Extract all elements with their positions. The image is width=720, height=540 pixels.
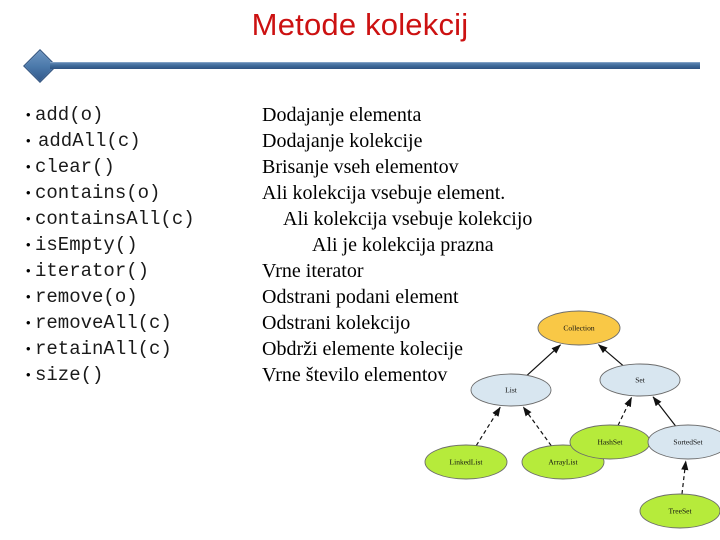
method-signature: remove(o): [35, 286, 138, 308]
method-description: Brisanje vseh elementov: [262, 156, 459, 178]
method-signature: addAll(c): [38, 130, 141, 152]
method-description: Ali kolekcija vsebuje element.: [262, 182, 506, 204]
node-label: LinkedList: [450, 458, 484, 467]
method-signature: retainAll(c): [35, 338, 172, 360]
node-label: TreeSet: [668, 507, 692, 516]
method-row: • contains(o) Ali kolekcija vsebuje elemen…: [26, 180, 686, 206]
method-description: Vrne število elementov: [262, 364, 448, 386]
diagram-node-treeset: TreeSet: [639, 493, 720, 529]
diagram-edge-list-to-collection: [526, 344, 561, 376]
diagram-node-linkedlist: LinkedList: [424, 444, 508, 480]
node-label: Collection: [563, 324, 594, 333]
diagram-node-set: Set: [599, 363, 681, 397]
method-row: • containsAll(c) Ali kolekcija vsebuje kol…: [26, 206, 686, 232]
diagram-edge-hashset-to-set: [617, 396, 633, 426]
method-signature: size(): [35, 364, 104, 386]
method-signature: contains(o): [35, 182, 161, 204]
method-signature: iterator(): [35, 260, 150, 282]
diagram-node-sortedset: SortedSet: [647, 424, 720, 460]
node-label: Set: [635, 376, 646, 385]
title-divider: [22, 49, 700, 83]
diagram-edge-treeset-to-sortedset: [681, 460, 689, 495]
method-signature: add(o): [35, 104, 104, 126]
diagram-edge-linkedlist-to-list: [475, 406, 501, 446]
node-label: ArrayList: [548, 458, 578, 467]
diagram-nodes: Collection List Set LinkedList ArrayList Hash…: [424, 310, 720, 529]
slide-canvas: Metode kolekcij • add(o) Dodajanje element…: [0, 0, 720, 540]
node-label: HashSet: [598, 438, 624, 447]
method-signature: removeAll(c): [35, 312, 172, 334]
node-label: SortedSet: [673, 438, 703, 447]
bullet-icon: •: [26, 133, 31, 148]
diagram-node-list: List: [470, 373, 552, 407]
method-description: Odstrani kolekcijo: [262, 312, 411, 334]
title-block: Metode kolekcij: [0, 8, 720, 42]
diagram-edge-arraylist-to-list: [522, 406, 552, 447]
method-signature: clear(): [35, 156, 115, 178]
method-description: Vrne iterator: [262, 260, 364, 282]
method-description: Ali kolekcija vsebuje kolekcijo: [283, 208, 533, 230]
page-title: Metode kolekcij: [251, 7, 469, 42]
method-row: • add(o) Dodajanje elementa: [26, 102, 686, 128]
method-description: Ali je kolekcija prazna: [312, 234, 494, 256]
method-row: • clear() Brisanje vseh elementov: [26, 154, 686, 180]
method-signature: isEmpty(): [35, 234, 138, 256]
method-row: • isEmpty() Ali je kolekcija prazna: [26, 232, 686, 258]
diagram-edge-set-to-collection: [598, 344, 624, 366]
divider-line: [50, 62, 700, 69]
collection-hierarchy-diagram: Collection List Set LinkedList ArrayList Hash…: [424, 302, 720, 540]
diagram-node-hashset: HashSet: [569, 424, 651, 460]
diagram-edge-sortedset-to-set: [652, 396, 676, 427]
diagram-node-collection: Collection: [537, 310, 621, 346]
method-row: • addAll(c) Dodajanje kolekcije: [26, 128, 686, 154]
method-description: Dodajanje elementa: [262, 104, 422, 126]
node-label: List: [505, 386, 518, 395]
method-description: Dodajanje kolekcije: [262, 130, 423, 152]
method-row: • iterator() Vrne iterator: [26, 258, 686, 284]
method-signature: containsAll(c): [35, 208, 195, 230]
